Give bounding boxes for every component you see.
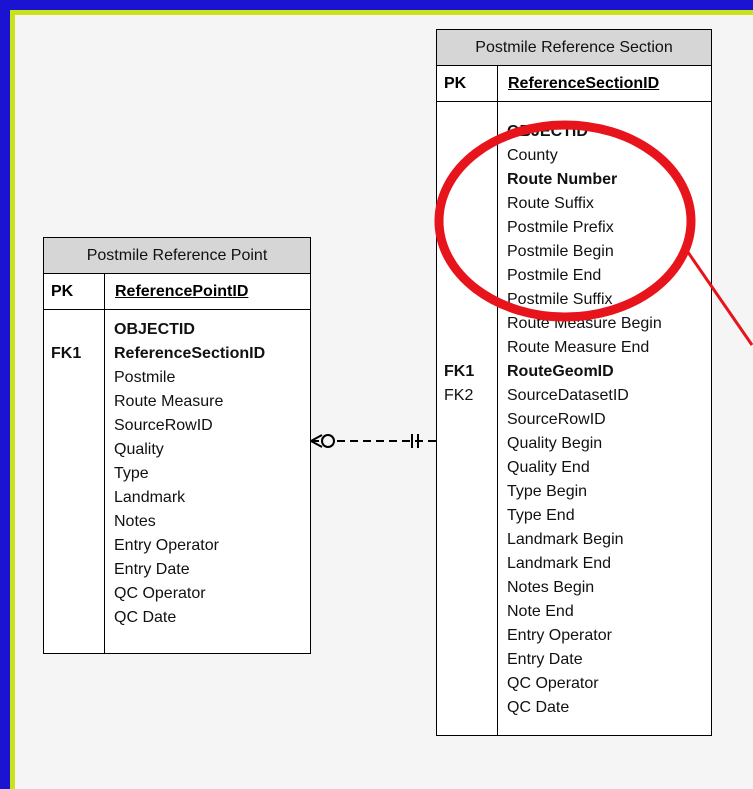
highlight-ellipse bbox=[434, 120, 696, 322]
optional-circle-mark bbox=[321, 434, 335, 448]
relationship-connector bbox=[310, 434, 436, 448]
diagram-overlay bbox=[310, 120, 753, 448]
highlight-pointer-line bbox=[681, 244, 753, 346]
